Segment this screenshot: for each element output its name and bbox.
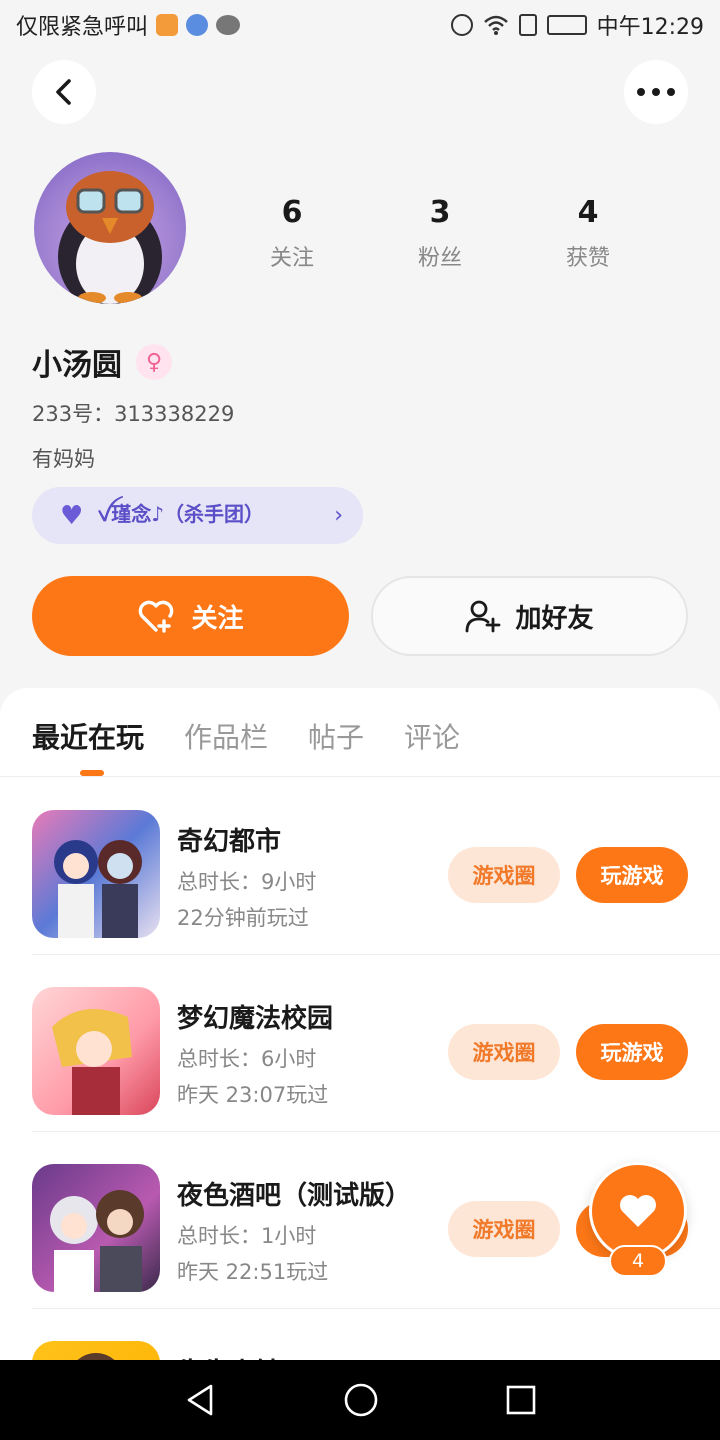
stat-followers[interactable]: 3 粉丝 [366,195,514,272]
wechat-notification-icon [216,15,241,35]
game-duration: 总时长：6小时 [177,1047,317,1071]
stat-label: 粉丝 [417,246,462,271]
follow-button[interactable]: 关注 [32,576,349,656]
game-icon-image [32,987,160,1115]
tab-works[interactable]: 作品栏 [184,716,268,756]
add-user-icon [466,600,501,633]
game-circle-button[interactable]: 游戏圈 [448,847,560,903]
penguin-avatar-image [58,171,162,304]
profile-stats: 6 关注 3 粉丝 4 获赞 [218,195,662,272]
stat-value: 6 [281,195,303,230]
carrier-text: 仅限紧急呼叫 [16,15,149,40]
female-gender-icon: ♀ [136,344,172,380]
user-id: 233号：313338229 [32,402,235,426]
back-button[interactable] [32,60,96,124]
stat-following[interactable]: 6 关注 [218,195,366,272]
game-icon-image [32,1341,160,1360]
list-item[interactable]: 梦幻魔法校园 总时长：6小时 昨天 23:07玩过 游戏圈 玩游戏 [32,955,720,1132]
more-options-button[interactable] [624,60,688,124]
add-friend-button[interactable]: 加好友 [371,576,688,656]
game-title: 奇幻都市 [177,827,282,857]
tab-posts[interactable]: 帖子 [308,716,364,756]
divider [0,776,720,777]
game-circle-button[interactable]: 游戏圈 [448,1024,560,1080]
tab-bar: 最近在玩 作品栏 帖子 评论 [32,716,460,756]
sim-icon [518,14,537,36]
stat-label: 获赞 [565,246,610,271]
stat-value: 3 [429,195,451,230]
back-arrow-icon [56,79,71,105]
follow-label: 关注 [191,603,244,634]
avatar[interactable] [34,152,186,304]
heart-plus-icon [139,600,174,633]
nav-home-icon[interactable] [343,1382,379,1418]
browser-notification-icon [186,14,209,36]
heart-icon: ♥ [60,500,84,531]
tab-comments[interactable]: 评论 [404,716,460,756]
game-duration: 总时长：1小时 [177,1224,317,1248]
like-count-badge: 4 [609,1245,667,1277]
game-last-played: 昨天 22:51玩过 [177,1260,329,1284]
nav-recents-icon[interactable] [505,1384,537,1416]
game-icon-image [32,1164,160,1292]
battery-icon [546,15,587,35]
game-duration: 总时长：9小时 [177,870,317,894]
more-dots-icon [637,88,675,96]
stat-label: 关注 [269,246,314,271]
tab-recently-played[interactable]: 最近在玩 [32,716,144,756]
list-item[interactable]: 牛牛小镇 [32,1309,720,1360]
chevron-right-icon: › [334,503,343,528]
wifi-icon [483,15,508,35]
heart-icon [620,1195,656,1227]
user-bio: 有妈妈 [32,447,95,471]
game-last-played: 22分钟前玩过 [177,906,309,930]
club-badge[interactable]: ♥ ꪜ瑾念♪（杀手团） › [32,487,363,544]
alarm-icon [450,14,473,36]
add-friend-label: 加好友 [515,603,594,634]
status-bar: 仅限紧急呼叫 中午12:29 [0,0,720,50]
game-icon-image [32,810,160,938]
user-name: 小汤圆 [32,348,122,383]
stat-likes[interactable]: 4 获赞 [514,195,662,272]
game-circle-button[interactable]: 游戏圈 [448,1201,560,1257]
stat-value: 4 [577,195,599,230]
game-title: 牛牛小镇 [177,1352,281,1360]
game-title: 梦幻魔法校园 [177,1004,334,1034]
list-item[interactable]: 奇幻都市 总时长：9小时 22分钟前玩过 游戏圈 玩游戏 [32,778,720,955]
nav-back-icon[interactable] [183,1383,217,1417]
club-name: ꪜ瑾念♪（杀手团） [97,501,264,526]
name-row: 小汤圆 ♀ [32,340,172,384]
app-notification-icon [156,14,179,36]
system-nav-bar [0,1360,720,1440]
game-title: 夜色酒吧（测试版） [177,1181,412,1211]
play-game-button[interactable]: 玩游戏 [576,847,688,903]
play-game-button[interactable]: 玩游戏 [576,1024,688,1080]
game-last-played: 昨天 23:07玩过 [177,1083,329,1107]
status-time: 中午12:29 [596,15,704,40]
